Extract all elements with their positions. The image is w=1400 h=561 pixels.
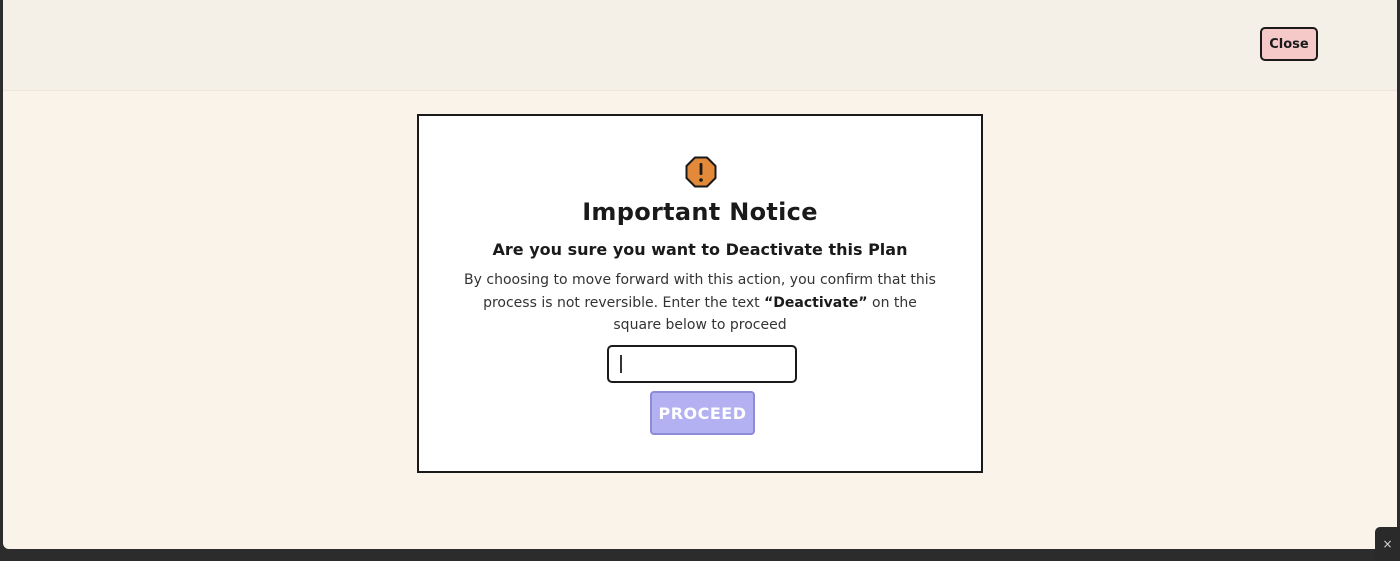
dialog-message: By choosing to move forward with this ac… <box>463 269 937 337</box>
warning-octagon-icon <box>685 156 717 188</box>
close-icon[interactable]: × <box>1375 527 1400 561</box>
proceed-button[interactable]: PROCEED <box>650 391 755 435</box>
close-button[interactable]: Close <box>1260 27 1318 61</box>
confirmation-dialog: Important Notice Are you sure you want t… <box>417 114 983 473</box>
top-bar: Close <box>3 0 1397 91</box>
dialog-subtitle: Are you sure you want to Deactivate this… <box>492 240 908 259</box>
keyword-deactivate: “Deactivate” <box>764 294 868 311</box>
confirmation-text-input[interactable] <box>607 345 797 383</box>
text-caret <box>620 355 622 373</box>
app-window: Close Important Notice Are you sure you … <box>3 0 1397 549</box>
dialog-title: Important Notice <box>582 198 818 226</box>
